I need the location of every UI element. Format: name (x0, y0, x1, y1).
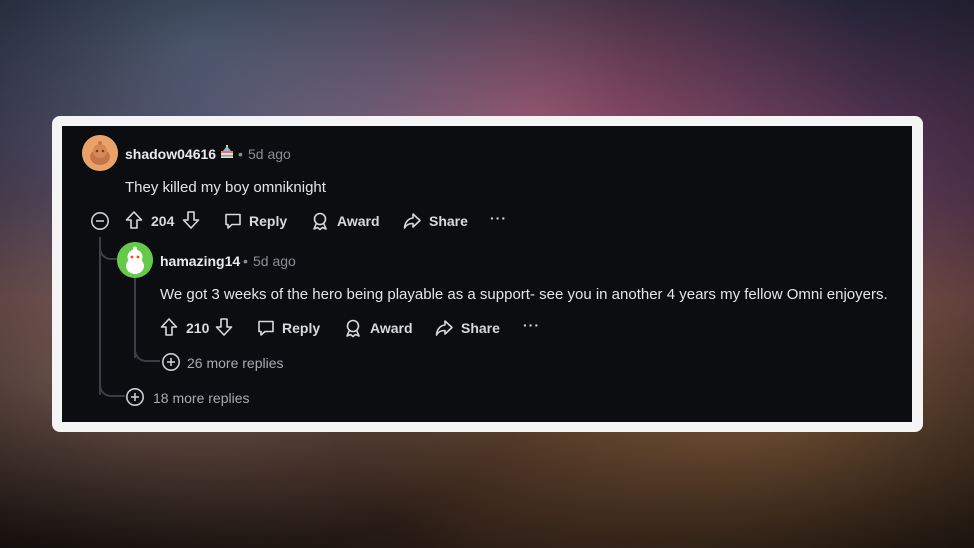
reply-button[interactable]: Reply (223, 211, 287, 231)
downvote-button[interactable] (181, 210, 201, 230)
reply-share-button[interactable]: Share (434, 318, 500, 338)
more-options-button[interactable]: ··· (490, 210, 507, 226)
reply-separator: • (243, 253, 248, 269)
plus-circle-icon (162, 353, 180, 371)
reply-award-button[interactable]: Award (343, 318, 413, 338)
thread-curve-root (99, 385, 125, 397)
comment-username[interactable]: shadow04616 (125, 146, 216, 162)
plus-circle-icon (126, 388, 144, 406)
expand-replies-button[interactable] (125, 387, 145, 407)
share-button[interactable]: Share (402, 211, 468, 231)
share-arrow-icon (403, 213, 421, 229)
reply-avatar[interactable] (117, 242, 153, 278)
share-arrow-icon (435, 320, 453, 336)
more-replies-link[interactable]: 26 more replies (187, 355, 284, 371)
thread-line-reply[interactable] (134, 276, 136, 358)
collapse-thread-button[interactable] (90, 211, 110, 231)
vote-count: 204 (151, 213, 175, 229)
comment-bubble-icon (225, 213, 241, 229)
expand-replies-button[interactable] (161, 352, 181, 372)
award-button[interactable]: Award (310, 211, 380, 231)
comment-separator: • (238, 146, 243, 162)
reply-downvote-button[interactable] (214, 317, 234, 337)
comment-thread: shadow04616 • 5d ago They killed my boy … (62, 126, 912, 422)
snoo-avatar-icon (117, 242, 153, 278)
arrow-up-icon (160, 318, 178, 336)
thread-curve-reply-connector (99, 240, 119, 260)
reply-label: Reply (249, 213, 288, 229)
thread-line-root[interactable] (99, 237, 101, 395)
award-icon (313, 212, 327, 231)
minus-circle-icon (91, 212, 109, 230)
reply-username[interactable]: hamazing14 (160, 253, 240, 269)
award-label: Award (337, 213, 380, 229)
comment-bubble-icon (258, 320, 274, 336)
arrow-down-icon (215, 318, 233, 336)
arrow-up-icon (125, 211, 143, 229)
reply-label: Reply (282, 320, 321, 336)
reply-reply-button[interactable]: Reply (256, 318, 320, 338)
comment-body: They killed my boy omniknight (125, 179, 326, 196)
comment-timestamp[interactable]: 5d ago (248, 146, 291, 162)
more-options-icon: ··· (490, 210, 507, 226)
avatar[interactable] (82, 135, 118, 171)
reply-body: We got 3 weeks of the hero being playabl… (160, 286, 888, 303)
arrow-down-icon (182, 211, 200, 229)
share-label: Share (429, 213, 468, 229)
reply-more-options-button[interactable]: ··· (523, 317, 540, 333)
reply-upvote-button[interactable] (159, 317, 179, 337)
cake-icon (219, 144, 235, 160)
award-icon (346, 319, 360, 338)
award-label: Award (370, 320, 413, 336)
reply-vote-count: 210 (186, 320, 210, 336)
snoo-avatar-icon (82, 135, 118, 171)
upvote-button[interactable] (124, 210, 144, 230)
reply-timestamp[interactable]: 5d ago (253, 253, 296, 269)
thread-curve-reply (134, 350, 160, 362)
more-replies-link[interactable]: 18 more replies (153, 390, 250, 406)
more-options-icon: ··· (523, 317, 540, 333)
share-label: Share (461, 320, 500, 336)
